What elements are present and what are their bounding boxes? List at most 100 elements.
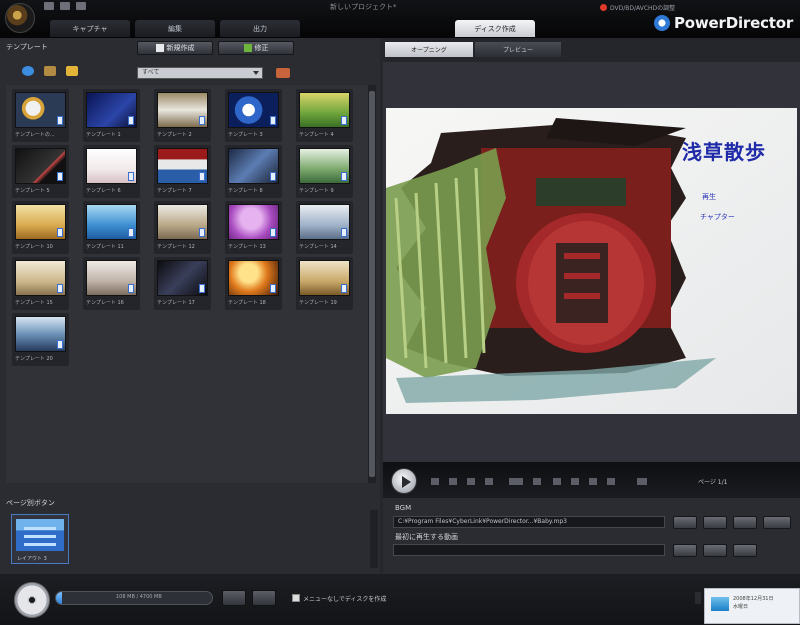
page-indicator: ページ 1/1 bbox=[698, 479, 728, 486]
first-play-field[interactable] bbox=[393, 544, 665, 556]
new-template-label: 新規作成 bbox=[166, 44, 195, 52]
template-thumbnail[interactable]: テンプレート 8 bbox=[225, 145, 282, 198]
tab-capture[interactable]: キャプチャ bbox=[50, 20, 130, 37]
page-buttons-label: ページ別ボタン bbox=[6, 499, 55, 507]
scrollbar-thumb[interactable] bbox=[369, 91, 375, 477]
folder-icon[interactable] bbox=[66, 66, 78, 76]
layout-label: レイアウト 3 bbox=[17, 556, 47, 562]
template-thumbnail[interactable]: テンプレート 14 bbox=[296, 201, 353, 254]
template-preview-image bbox=[299, 204, 350, 240]
template-preview-image bbox=[86, 204, 137, 240]
window-title: 新しいプロジェクト* bbox=[330, 3, 397, 11]
no-menu-label: メニューなしでディスクを作成 bbox=[303, 596, 387, 603]
template-label: テンプレート 3 bbox=[228, 132, 263, 138]
record-status-icon bbox=[600, 4, 607, 11]
previous-icon[interactable] bbox=[449, 478, 457, 485]
home-icon[interactable] bbox=[533, 478, 541, 485]
template-preview-image bbox=[15, 316, 66, 352]
template-thumbnail[interactable]: テンプレート 7 bbox=[154, 145, 211, 198]
back-icon[interactable] bbox=[571, 478, 579, 485]
burn-button[interactable] bbox=[252, 590, 276, 606]
menu-item-chapters[interactable]: チャプター bbox=[700, 212, 735, 222]
page-badge-icon bbox=[341, 116, 347, 125]
template-label: テンプレート 9 bbox=[299, 188, 334, 194]
layout-thumbnail[interactable]: レイアウト 3 bbox=[11, 514, 69, 564]
page-badge-icon bbox=[270, 284, 276, 293]
template-thumbnail[interactable]: テンプレート 5 bbox=[12, 145, 69, 198]
template-thumbnail[interactable]: テンプレート 1 bbox=[83, 89, 140, 142]
first-play-play-button[interactable] bbox=[733, 544, 757, 557]
template-thumbnail[interactable]: テンプレート 19 bbox=[296, 257, 353, 310]
tab-produce[interactable]: 出力 bbox=[220, 20, 300, 37]
page-badge-icon bbox=[270, 172, 276, 181]
template-thumbnail[interactable]: テンプレート 3 bbox=[225, 89, 282, 142]
right-icon[interactable] bbox=[607, 478, 615, 485]
template-thumbnail[interactable]: テンプレート 17 bbox=[154, 257, 211, 310]
volume-icon[interactable] bbox=[637, 478, 647, 485]
template-thumbnail[interactable]: テンプレート 16 bbox=[83, 257, 140, 310]
rewind-icon[interactable] bbox=[467, 478, 475, 485]
no-menu-checkbox[interactable] bbox=[292, 594, 300, 602]
import-template-icon[interactable] bbox=[276, 68, 290, 78]
template-label: テンプレート 1 bbox=[86, 132, 121, 138]
page-badge-icon bbox=[57, 284, 63, 293]
brand: PowerDirector bbox=[654, 14, 793, 32]
bgm-add-button[interactable] bbox=[673, 516, 697, 529]
new-template-button[interactable]: 新規作成 bbox=[137, 41, 213, 55]
template-label: テンプレート 16 bbox=[86, 300, 124, 306]
template-preview-image bbox=[15, 148, 66, 184]
edit-template-button[interactable]: 修正 bbox=[218, 41, 294, 55]
template-preview-image bbox=[86, 260, 137, 296]
stop-icon[interactable] bbox=[431, 478, 439, 485]
template-thumbnail[interactable]: テンプレート 18 bbox=[225, 257, 282, 310]
template-thumbnail[interactable]: テンプレート 9 bbox=[296, 145, 353, 198]
disc-icon[interactable] bbox=[14, 582, 50, 618]
undo-icon[interactable] bbox=[60, 2, 70, 10]
template-label: テンプレート 19 bbox=[299, 300, 337, 306]
template-thumbnail[interactable]: テンプレートの... bbox=[12, 89, 69, 142]
globe-icon[interactable] bbox=[22, 66, 34, 76]
template-label: テンプレート 6 bbox=[86, 188, 121, 194]
template-thumbnail[interactable]: テンプレート 4 bbox=[296, 89, 353, 142]
template-thumbnail[interactable]: テンプレート 11 bbox=[83, 201, 140, 254]
tab-create-disc[interactable]: ディスク作成 bbox=[455, 20, 535, 37]
page-buttons-scrollbar[interactable] bbox=[370, 510, 378, 568]
template-preview-image bbox=[228, 148, 279, 184]
disc-settings-button[interactable] bbox=[222, 590, 246, 606]
bgm-settings-button[interactable] bbox=[733, 516, 757, 529]
template-thumbnail[interactable]: テンプレート 13 bbox=[225, 201, 282, 254]
app-logo-icon[interactable] bbox=[5, 3, 35, 33]
bgm-remove-button[interactable] bbox=[703, 516, 727, 529]
page-badge-icon bbox=[199, 172, 205, 181]
play-button[interactable] bbox=[391, 468, 417, 494]
menu-preview-area: 浅草散歩 再生 チャプター bbox=[383, 62, 800, 462]
template-thumbnail[interactable]: テンプレート 6 bbox=[83, 145, 140, 198]
user-download-icon[interactable] bbox=[44, 66, 56, 76]
first-play-add-button[interactable] bbox=[673, 544, 697, 557]
template-label: テンプレートの... bbox=[15, 132, 55, 138]
template-grid-scrollbar[interactable] bbox=[368, 85, 376, 483]
menu-icon[interactable] bbox=[509, 478, 523, 485]
template-thumbnail[interactable]: テンプレート 10 bbox=[12, 201, 69, 254]
template-thumbnail[interactable]: テンプレート 2 bbox=[154, 89, 211, 142]
up-icon[interactable] bbox=[553, 478, 561, 485]
tab-opening[interactable]: オープニング bbox=[385, 42, 473, 57]
template-label: テンプレート 14 bbox=[299, 244, 337, 250]
page-badge-icon bbox=[341, 228, 347, 237]
menu-item-play[interactable]: 再生 bbox=[702, 192, 716, 202]
template-thumbnail[interactable]: テンプレート 12 bbox=[154, 201, 211, 254]
bgm-section: BGM C:¥Program Files¥CyberLink¥PowerDire… bbox=[383, 498, 800, 574]
tab-preview[interactable]: プレビュー bbox=[475, 42, 561, 57]
save-icon[interactable] bbox=[44, 2, 54, 10]
template-thumbnail[interactable]: テンプレート 20 bbox=[12, 313, 69, 366]
bgm-path-field[interactable]: C:¥Program Files¥CyberLink¥PowerDirector… bbox=[393, 516, 665, 528]
tab-edit[interactable]: 編集 bbox=[135, 20, 215, 37]
redo-icon[interactable] bbox=[76, 2, 86, 10]
left-icon[interactable] bbox=[589, 478, 597, 485]
bgm-play-button[interactable] bbox=[763, 516, 791, 529]
status-separator bbox=[695, 592, 701, 604]
template-filter-select[interactable]: すべて bbox=[137, 67, 263, 79]
forward-icon[interactable] bbox=[485, 478, 493, 485]
template-thumbnail[interactable]: テンプレート 15 bbox=[12, 257, 69, 310]
first-play-remove-button[interactable] bbox=[703, 544, 727, 557]
